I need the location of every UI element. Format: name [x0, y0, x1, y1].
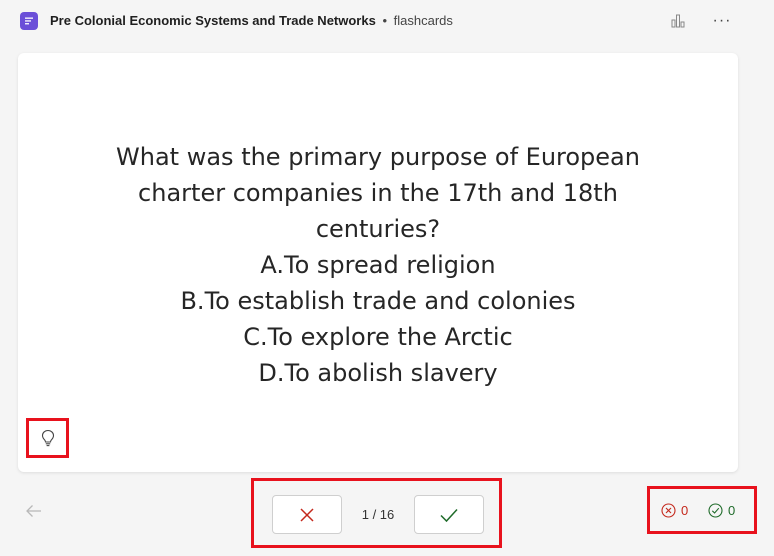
header: Pre Colonial Economic Systems and Trade … [0, 0, 774, 42]
deck-kind: flashcards [393, 13, 453, 28]
close-icon [300, 507, 314, 522]
card-counter: 1 / 16 [361, 507, 395, 522]
wrong-circle-icon [661, 503, 676, 518]
more-icon: ··· [712, 12, 732, 29]
question-line: What was the primary purpose of European [116, 143, 640, 171]
arrow-left-icon [26, 505, 41, 517]
option-a: A.To spread religion [260, 251, 496, 279]
flashcard[interactable]: What was the primary purpose of European… [18, 53, 738, 472]
hint-button[interactable] [26, 418, 69, 458]
checkmark-icon [440, 508, 458, 522]
lightbulb-icon [41, 429, 54, 447]
title-separator: • [382, 13, 388, 28]
stats-icon [671, 14, 685, 28]
option-c: C.To explore the Arctic [243, 323, 513, 351]
question-text: What was the primary purpose of European… [18, 139, 738, 391]
right-circle-icon [708, 503, 723, 518]
wrong-count-value: 0 [681, 503, 689, 518]
question-line: centuries? [315, 215, 441, 243]
right-count-value: 0 [728, 503, 736, 518]
option-b: B.To establish trade and colonies [180, 287, 576, 315]
previous-card-button[interactable] [22, 500, 46, 522]
right-count: 0 [708, 503, 735, 518]
more-options-button[interactable]: ··· [710, 10, 734, 32]
stats-button[interactable] [666, 10, 690, 32]
wrong-count: 0 [661, 503, 688, 518]
question-line: charter companies in the 17th and 18th [138, 179, 618, 207]
mark-wrong-button[interactable] [272, 495, 342, 534]
app-icon [20, 12, 38, 30]
option-d: D.To abolish slavery [258, 359, 498, 387]
page-title: Pre Colonial Economic Systems and Trade … [50, 13, 453, 28]
mark-correct-button[interactable] [414, 495, 484, 534]
deck-title: Pre Colonial Economic Systems and Trade … [50, 13, 376, 28]
